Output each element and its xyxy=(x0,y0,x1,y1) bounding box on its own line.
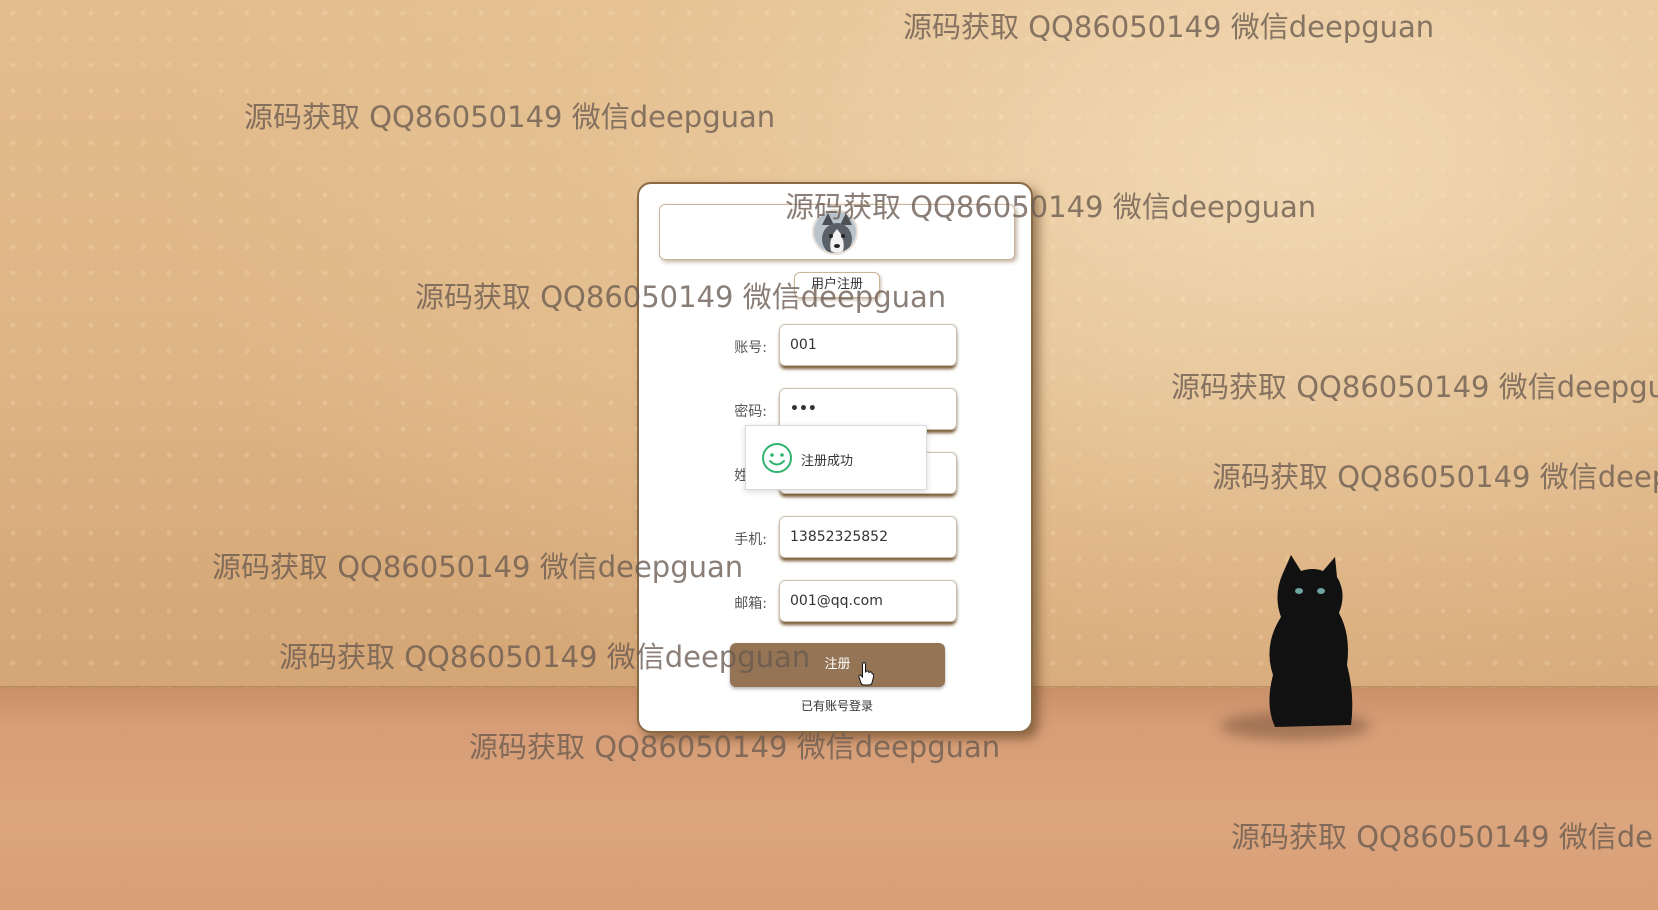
email-input[interactable]: 001@qq.com xyxy=(779,580,957,622)
email-label: 邮箱: xyxy=(734,596,767,612)
phone-input[interactable]: 13852325852 xyxy=(779,516,957,558)
toast-message: 注册成功 xyxy=(801,454,854,469)
cat-image xyxy=(1269,555,1353,727)
smile-icon xyxy=(762,443,792,473)
success-toast: 注册成功 xyxy=(745,425,927,490)
phone-label: 手机: xyxy=(734,532,767,548)
form-title: 用户注册 xyxy=(794,272,880,298)
phone-row: 手机: 13852325852 xyxy=(639,516,1035,560)
page-background: 用户注册 账号: 001 密码: ••• 姓名: 手机: 13852325852… xyxy=(0,0,1658,910)
account-label: 账号: xyxy=(734,340,767,356)
account-row: 账号: 001 xyxy=(639,324,1035,368)
account-input[interactable]: 001 xyxy=(779,324,957,366)
email-row: 邮箱: 001@qq.com xyxy=(639,580,1035,624)
hand-cursor-icon xyxy=(858,662,874,686)
password-label: 密码: xyxy=(734,404,767,420)
password-input[interactable]: ••• xyxy=(779,388,957,430)
login-link[interactable]: 已有账号登录 xyxy=(639,697,1035,714)
register-button[interactable]: 注册 xyxy=(730,643,945,687)
avatar xyxy=(812,209,858,255)
